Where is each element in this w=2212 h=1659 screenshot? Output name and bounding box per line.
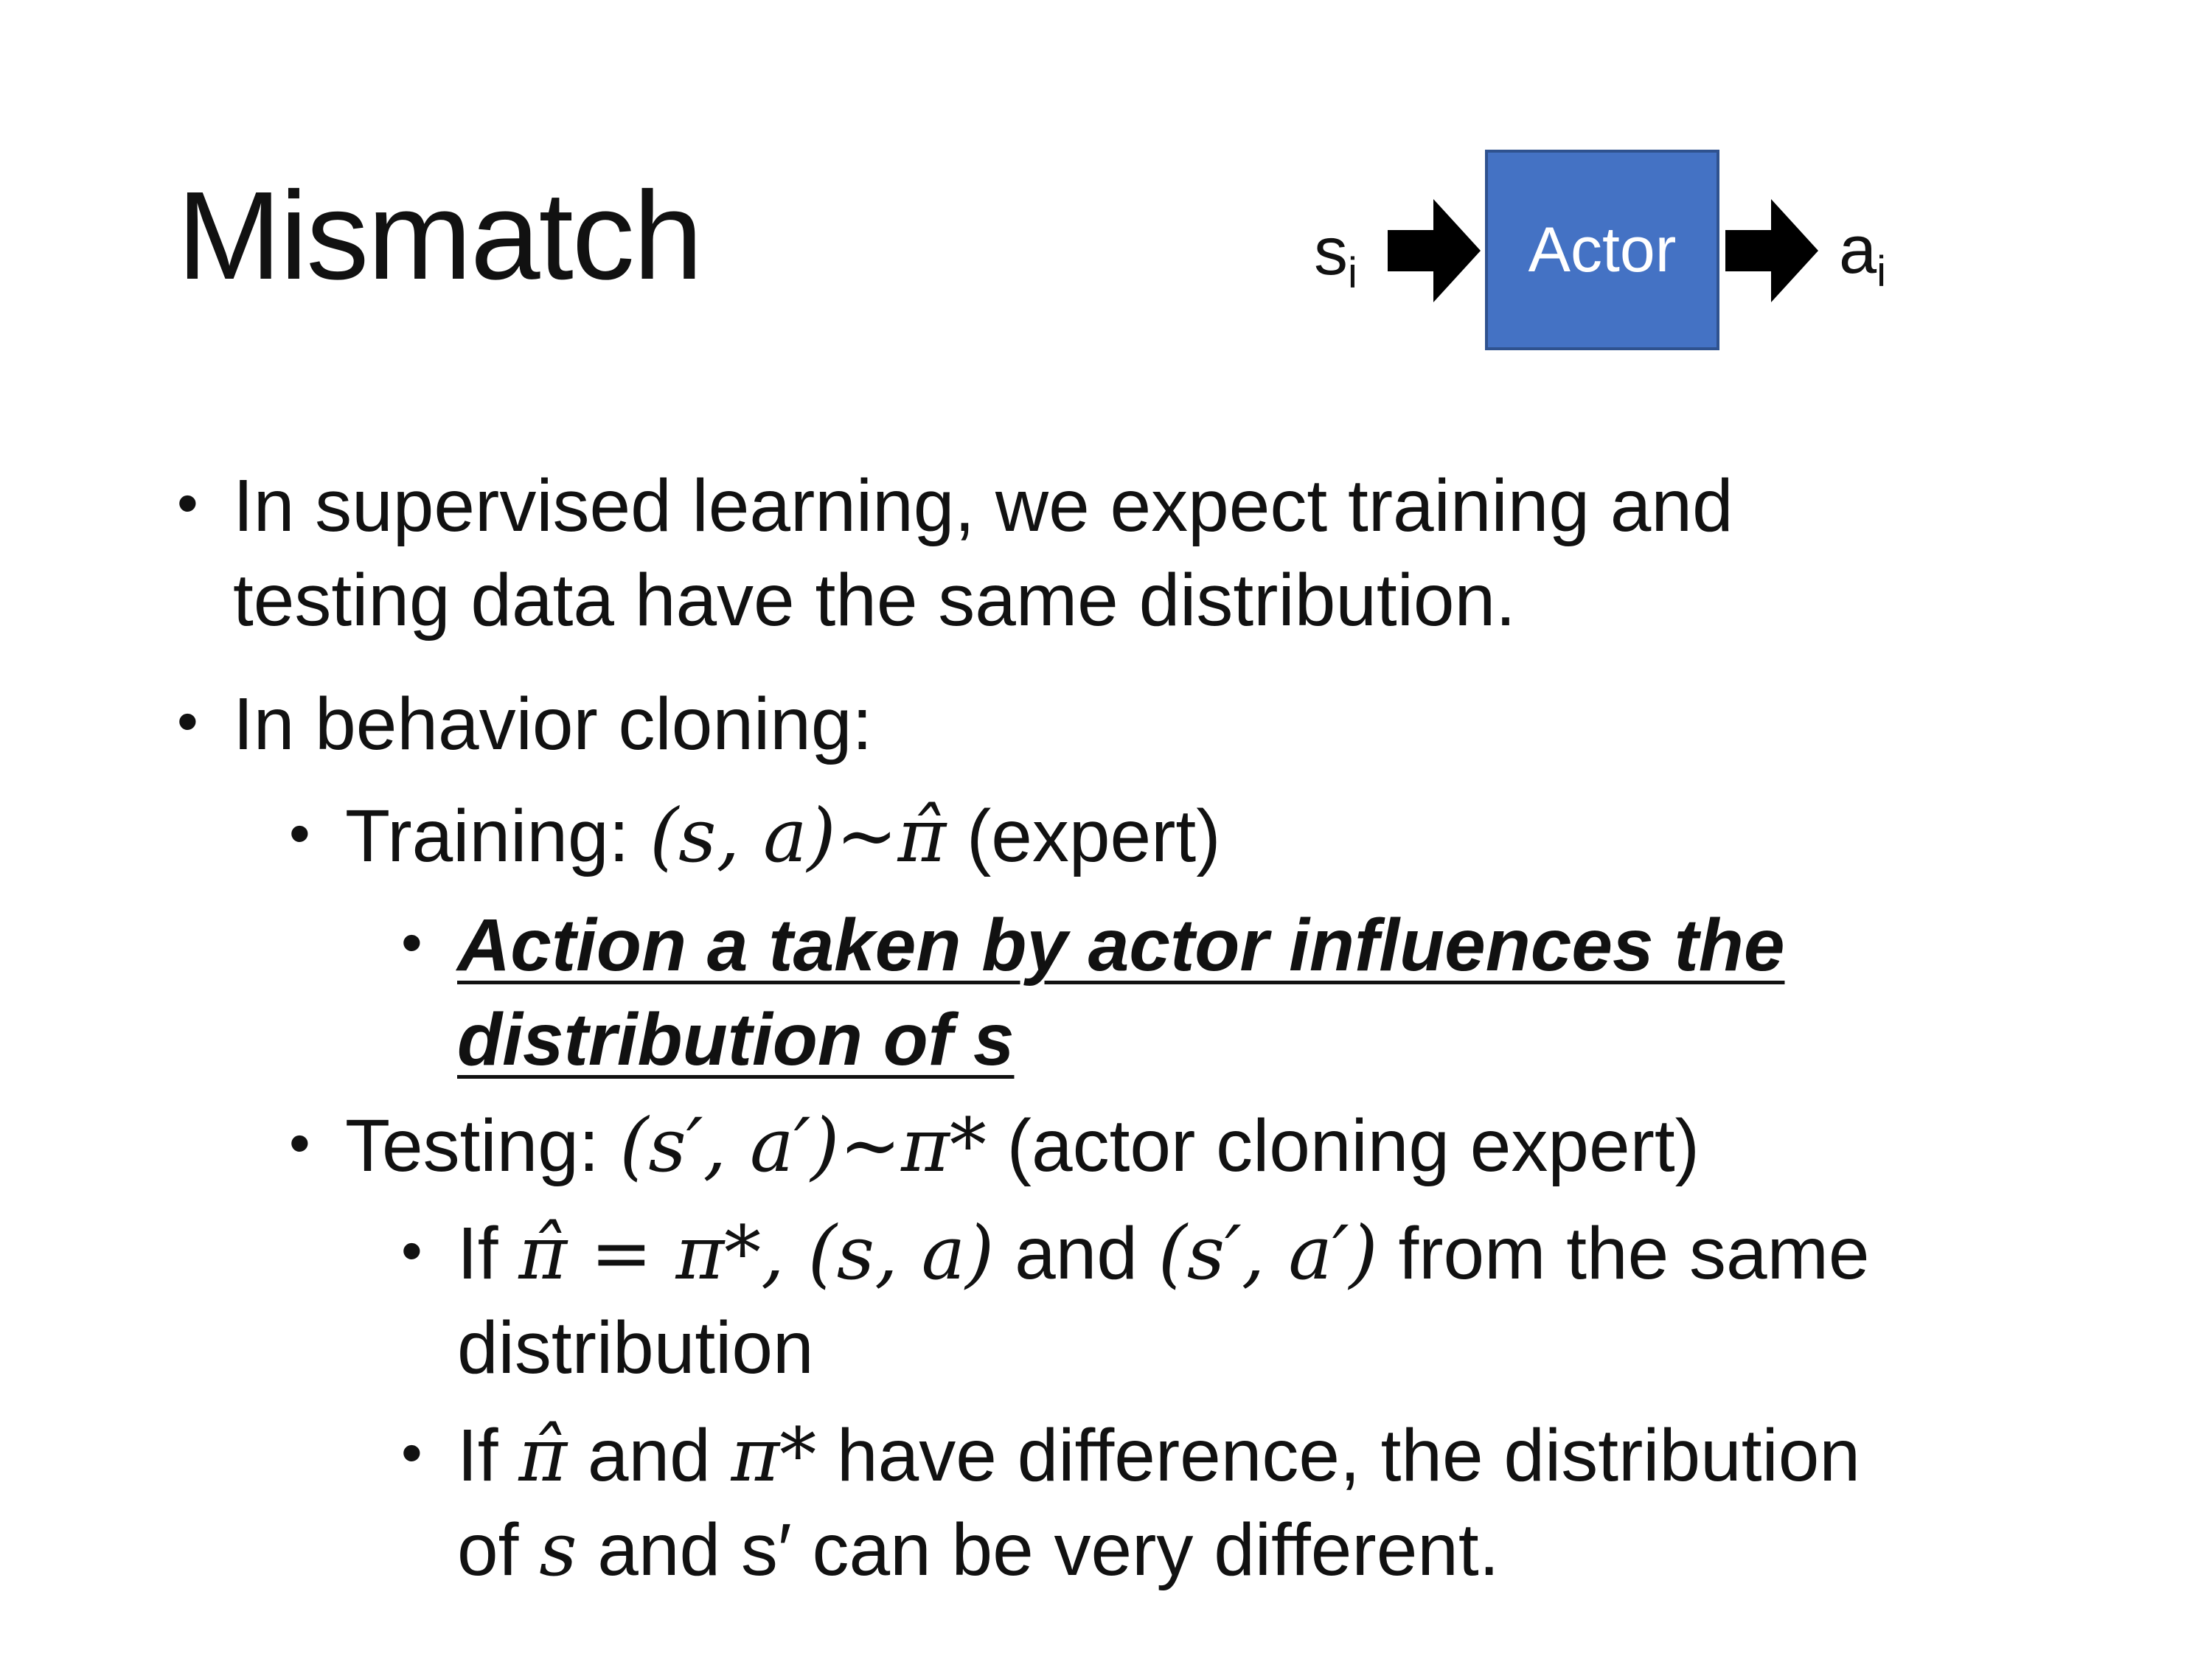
bullet-supervised-line1: In supervised learning, we expect traini… (233, 465, 1733, 547)
actor-box: Actor (1485, 150, 1719, 350)
slide: Mismatch si Actor ai • In supervised lea… (0, 0, 2212, 1659)
bullet-dot: • (401, 909, 422, 976)
input-arrow-icon (1388, 199, 1481, 302)
output-arrow-icon (1725, 199, 1818, 302)
emphasis-action-line1: Action a taken by actor influences the (457, 904, 1785, 987)
output-action-label: ai (1839, 212, 1887, 296)
emphasis-action-line2: distribution of s (457, 998, 1015, 1081)
bullet-dot: • (289, 800, 310, 867)
input-state-label: si (1314, 214, 1357, 297)
bullet-dot: • (401, 1419, 422, 1486)
bullet-dot: • (177, 688, 198, 755)
training-formula: (s, a)~π̂ (650, 793, 947, 879)
bullet-if-different: If π̂ and π* have difference, the distri… (457, 1412, 1860, 1498)
bullet-supervised-line2: testing data have the same distribution. (233, 559, 1516, 641)
actor-label: Actor (1528, 214, 1677, 285)
bullet-if-same-line2: distribution (457, 1307, 814, 1389)
bullet-if-same: If π̂ = π*, (s, a) and (s′, a′) from the… (457, 1210, 1870, 1296)
bullet-dot: • (401, 1217, 422, 1284)
bullet-if-different-line2: of s and s′ can be very different. (457, 1506, 1500, 1593)
testing-formula: (s′, a′)~π* (619, 1102, 987, 1189)
bullet-testing: Testing: (s′, a′)~π* (actor cloning expe… (345, 1102, 1700, 1189)
bullet-training: Training: (s, a)~π̂ (expert) (345, 793, 1221, 879)
actor-diagram: si Actor ai (0, 0, 2212, 442)
bullet-dot: • (177, 470, 198, 537)
bullet-behavior-cloning: In behavior cloning: (233, 683, 873, 765)
bullet-dot: • (289, 1110, 310, 1177)
